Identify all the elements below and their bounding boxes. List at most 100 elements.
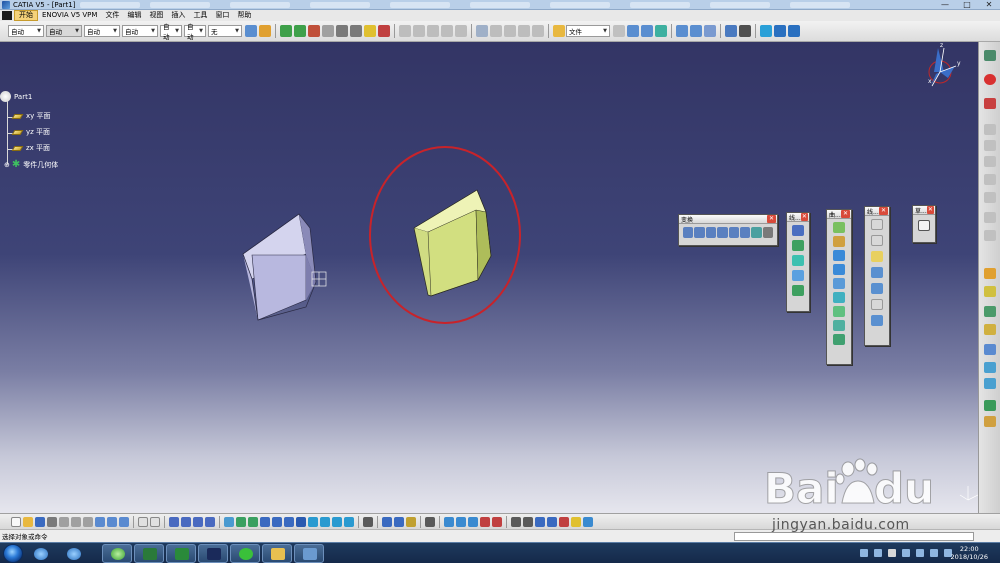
rotate-view-icon[interactable] bbox=[248, 516, 258, 527]
background-tab[interactable] bbox=[630, 2, 690, 8]
background-tab[interactable] bbox=[310, 2, 370, 8]
tray-icon[interactable] bbox=[888, 549, 896, 557]
constraint-icon[interactable] bbox=[441, 25, 453, 37]
tool-icon[interactable] bbox=[984, 306, 996, 317]
tool-icon[interactable] bbox=[468, 516, 478, 527]
pattern-icon[interactable] bbox=[739, 227, 751, 238]
line-type-combo[interactable]: 自动 ▼ bbox=[122, 25, 158, 37]
select-icon[interactable] bbox=[490, 25, 502, 37]
tool-icon[interactable] bbox=[511, 516, 521, 527]
extrude-icon[interactable] bbox=[655, 25, 667, 37]
mirror-icon[interactable] bbox=[728, 227, 739, 238]
taskbar-app-catia[interactable] bbox=[198, 544, 228, 563]
render-icon[interactable] bbox=[725, 25, 737, 37]
workbench-icon[interactable] bbox=[774, 25, 786, 37]
tree-icon[interactable] bbox=[181, 516, 191, 527]
tool-icon[interactable] bbox=[984, 124, 996, 135]
point-type-combo[interactable]: 自动 ▼ bbox=[160, 23, 182, 41]
point-icon[interactable] bbox=[613, 25, 625, 37]
tool-icon[interactable] bbox=[583, 516, 593, 527]
view-icon[interactable] bbox=[690, 25, 702, 37]
spline-icon[interactable] bbox=[627, 25, 639, 37]
tool-icon[interactable] bbox=[456, 516, 466, 527]
taskbar-clock[interactable]: 22:00 2018/10/26 bbox=[951, 545, 988, 561]
menu-tools[interactable]: 工具 bbox=[189, 10, 211, 21]
file-combo[interactable]: 文件 ▼ bbox=[566, 25, 610, 37]
tray-icon[interactable] bbox=[874, 549, 882, 557]
menu-start[interactable]: 开始 bbox=[14, 10, 38, 21]
tool-icon[interactable] bbox=[984, 378, 996, 389]
minimize-button[interactable]: — bbox=[934, 0, 956, 10]
cut-icon[interactable] bbox=[59, 516, 69, 527]
iso-view-icon[interactable] bbox=[296, 516, 306, 527]
pan-icon[interactable] bbox=[236, 516, 246, 527]
tool-icon[interactable] bbox=[480, 516, 490, 527]
brush-icon[interactable] bbox=[259, 25, 271, 37]
save-icon[interactable] bbox=[35, 516, 45, 527]
axis-to-axis-icon[interactable] bbox=[717, 227, 728, 238]
taskbar-app-360[interactable] bbox=[102, 544, 132, 563]
spline-icon[interactable] bbox=[871, 315, 883, 326]
rotate-icon[interactable] bbox=[694, 227, 705, 238]
tool-icon[interactable] bbox=[547, 516, 557, 527]
menu-view[interactable]: 视图 bbox=[145, 10, 167, 21]
extrude-surface-icon[interactable] bbox=[833, 222, 845, 233]
tool-icon[interactable] bbox=[571, 516, 581, 527]
line-thickness-combo[interactable]: 自动 ▼ bbox=[84, 25, 120, 37]
toolbar-header[interactable]: 草... ✕ bbox=[913, 206, 935, 215]
rotate-icon[interactable] bbox=[294, 25, 306, 37]
tool-icon[interactable] bbox=[984, 324, 996, 335]
spline-icon[interactable] bbox=[792, 285, 804, 296]
loft-icon[interactable] bbox=[833, 320, 845, 331]
projection-icon[interactable] bbox=[792, 270, 804, 281]
fly-icon[interactable] bbox=[308, 25, 320, 37]
sketch-toolbar[interactable]: 草... ✕ bbox=[912, 205, 936, 243]
network-icon[interactable] bbox=[930, 549, 938, 557]
menu-edit[interactable]: 编辑 bbox=[123, 10, 145, 21]
sweep-icon[interactable] bbox=[833, 292, 845, 303]
3d-viewport[interactable]: y x z Part1 xy 平面 yz 平面 zx 平面 ⊕ ✱ 零件几何体 bbox=[0, 42, 978, 513]
constraint-icon[interactable] bbox=[413, 25, 425, 37]
taskbar-app-ie[interactable] bbox=[27, 544, 53, 563]
tool-icon[interactable] bbox=[984, 156, 996, 167]
background-tab[interactable] bbox=[390, 2, 450, 8]
offset-icon[interactable] bbox=[833, 278, 845, 289]
workbench-icon[interactable] bbox=[760, 25, 772, 37]
tool-icon[interactable] bbox=[382, 516, 392, 527]
normal-view-icon[interactable] bbox=[284, 516, 294, 527]
new-icon[interactable] bbox=[11, 516, 21, 527]
tree-item-zx-plane[interactable]: zx 平面 bbox=[11, 143, 50, 153]
menu-window[interactable]: 窗口 bbox=[211, 10, 233, 21]
taskbar-app-ie[interactable] bbox=[60, 544, 86, 563]
tree-root[interactable]: Part1 bbox=[0, 91, 32, 102]
exit-icon[interactable] bbox=[984, 98, 996, 109]
catalog-icon[interactable] bbox=[193, 516, 203, 527]
swap-icon[interactable] bbox=[332, 516, 342, 527]
tray-icon[interactable] bbox=[902, 549, 910, 557]
menu-insert[interactable]: 插入 bbox=[167, 10, 189, 21]
tree-item-xy-plane[interactable]: xy 平面 bbox=[11, 111, 51, 121]
menu-enovia[interactable]: ENOVIA V5 VPM bbox=[38, 10, 101, 21]
folder-icon[interactable] bbox=[553, 25, 565, 37]
zoom-out-icon[interactable] bbox=[272, 516, 282, 527]
paint-icon[interactable] bbox=[245, 25, 257, 37]
table-icon[interactable] bbox=[169, 516, 179, 527]
compass-icon[interactable] bbox=[928, 47, 957, 87]
sketch-icon[interactable] bbox=[641, 25, 653, 37]
tool-icon[interactable] bbox=[984, 230, 996, 241]
translate-icon[interactable] bbox=[683, 227, 694, 238]
blue-box[interactable] bbox=[242, 213, 317, 321]
tray-icon[interactable] bbox=[916, 549, 924, 557]
grid-icon[interactable] bbox=[205, 516, 215, 527]
taskbar-app-monitor[interactable] bbox=[134, 544, 164, 563]
select-icon[interactable] bbox=[532, 25, 544, 37]
measure-icon[interactable] bbox=[322, 25, 334, 37]
tool-icon[interactable] bbox=[535, 516, 545, 527]
plane-icon[interactable] bbox=[871, 251, 883, 262]
help-icon[interactable] bbox=[788, 25, 800, 37]
color-combo[interactable]: 自动 ▼ bbox=[8, 25, 44, 37]
close-icon[interactable]: ✕ bbox=[841, 210, 850, 218]
layer-combo[interactable]: 无 ▼ bbox=[208, 25, 242, 37]
toolbar-header[interactable]: 线... ✕ bbox=[787, 213, 809, 222]
background-tab[interactable] bbox=[470, 2, 530, 8]
